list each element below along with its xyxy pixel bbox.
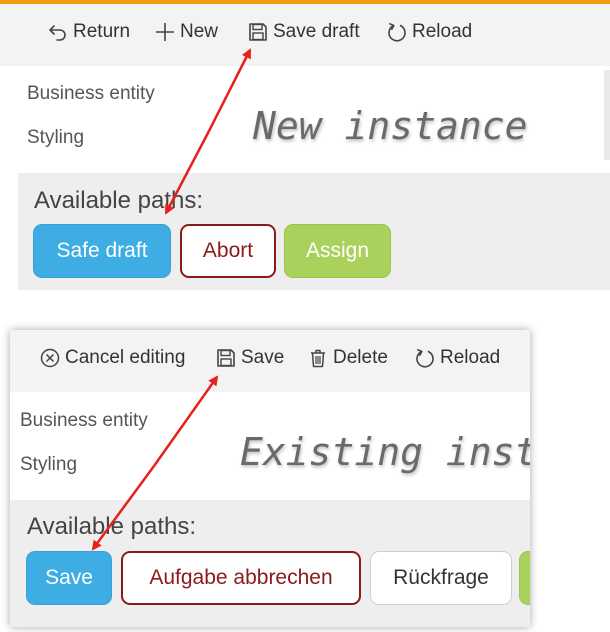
floppy-disk-icon [216,348,236,368]
new-button[interactable]: New [155,21,218,43]
circle-x-icon [40,348,60,368]
reload-button[interactable]: Reload [387,21,472,43]
reload-label: Reload [440,347,501,368]
available-paths-title: Available paths: [27,513,197,540]
reload-button[interactable]: Reload [415,347,500,369]
field-business-entity: Business entity [20,410,148,431]
save-draft-label: Save draft [273,21,360,42]
new-instance-panel: Return New Save draft Reload Business en… [0,0,610,290]
divider [604,70,610,160]
safe-draft-button[interactable]: Safe draft [33,224,171,278]
cancel-editing-label: Cancel editing [65,347,186,368]
return-label: Return [73,21,131,42]
partial-green-path-button[interactable] [519,551,530,605]
return-button[interactable]: Return [48,21,130,43]
reload-label: Reload [412,21,473,42]
plus-icon [155,22,175,42]
annotation-existing-instance: Existing instance [240,430,530,474]
save-path-button[interactable]: Save [26,551,112,605]
available-paths-title: Available paths: [34,187,204,214]
aufgabe-abbrechen-button[interactable]: Aufgabe abbrechen [121,551,361,605]
rueckfrage-button[interactable]: Rückfrage [370,551,512,605]
delete-button[interactable]: Delete [308,347,388,369]
delete-label: Delete [333,347,388,368]
floppy-disk-icon [248,22,268,42]
save-label: Save [241,347,285,368]
available-paths-section: Available paths: Save Aufgabe abbrechen … [10,500,530,627]
trash-icon [308,348,328,368]
field-business-entity: Business entity [27,83,155,104]
field-styling: Styling [27,127,85,148]
cancel-editing-button[interactable]: Cancel editing [40,347,185,369]
available-paths-section: Available paths: Safe draft Abort Assign [18,173,610,290]
existing-instance-panel: Cancel editing Save Delete Reload Busine… [10,330,530,627]
reload-icon [415,348,435,368]
abort-button[interactable]: Abort [180,224,276,278]
toolbar: Cancel editing Save Delete Reload [10,330,530,392]
assign-button[interactable]: Assign [284,224,391,278]
undo-arrow-icon [48,22,68,42]
toolbar: Return New Save draft Reload [0,4,610,66]
save-draft-button[interactable]: Save draft [248,21,360,43]
new-label: New [180,21,219,42]
field-styling: Styling [20,454,78,475]
reload-icon [387,22,407,42]
save-button[interactable]: Save [216,347,284,369]
annotation-new-instance: New instance [253,104,528,148]
